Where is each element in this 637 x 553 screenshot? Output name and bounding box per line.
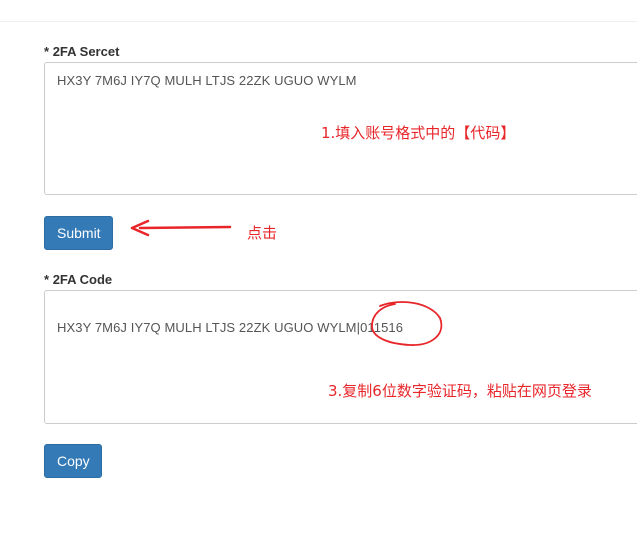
header-divider <box>0 21 637 22</box>
code-label-text: 2FA Code <box>52 272 113 287</box>
secret-label-text: 2FA Sercet <box>52 44 120 59</box>
arrow-to-submit <box>130 219 232 237</box>
step3-annotation: 3.复制6位数字验证码，粘贴在网页登录 <box>328 382 592 400</box>
required-mark: * <box>44 44 50 59</box>
copy-button[interactable]: Copy <box>44 444 102 478</box>
required-mark: * <box>44 272 50 287</box>
step2-annotation: 点击 <box>247 224 278 242</box>
secret-field-label: * 2FA Sercet <box>44 44 119 59</box>
two-factor-page: * 2FA Sercet HX3Y 7M6J IY7Q MULH LTJS 22… <box>0 0 637 553</box>
submit-button[interactable]: Submit <box>44 216 113 250</box>
code-value: HX3Y 7M6J IY7Q MULH LTJS 22ZK UGUO WYLM|… <box>57 320 404 335</box>
code-field-label: * 2FA Code <box>44 272 112 287</box>
secret-value: HX3Y 7M6J IY7Q MULH LTJS 22ZK UGUO WYLM <box>57 73 357 88</box>
step1-annotation: 1.填入账号格式中的【代码】 <box>321 124 516 142</box>
code-textarea[interactable]: HX3Y 7M6J IY7Q MULH LTJS 22ZK UGUO WYLM|… <box>44 290 637 424</box>
